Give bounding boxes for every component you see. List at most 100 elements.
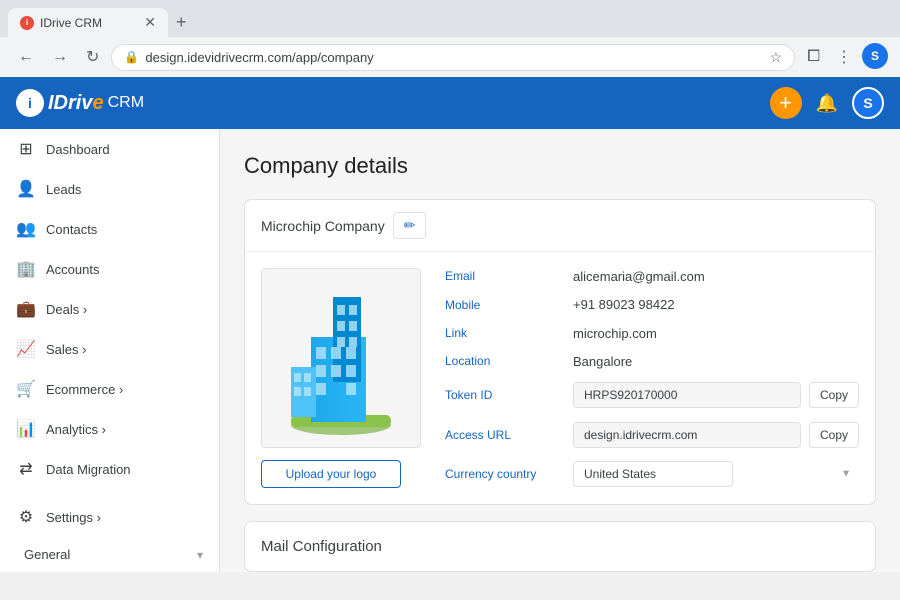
- logo-text: IDrive: [48, 92, 104, 115]
- sidebar-item-analytics[interactable]: 📊 Analytics ›: [0, 409, 219, 449]
- back-button[interactable]: ←: [12, 44, 40, 70]
- tab-close-icon[interactable]: ✕: [144, 14, 156, 31]
- address-bar[interactable]: 🔒 design.idevidrivecrm.com/app/company ☆: [111, 44, 795, 71]
- address-text: design.idevidrivecrm.com/app/company: [145, 50, 763, 65]
- browser-profile[interactable]: S: [862, 43, 888, 69]
- add-button[interactable]: +: [770, 87, 802, 119]
- company-card-header: Microchip Company ✏: [245, 200, 875, 252]
- email-row: Email alicemaria@gmail.com: [445, 268, 859, 284]
- sidebar-sales-label: Sales ›: [46, 342, 203, 357]
- nav-bar: ← → ↻ 🔒 design.idevidrivecrm.com/app/com…: [0, 37, 900, 77]
- mail-config-header: Mail Configuration: [245, 522, 875, 571]
- link-label: Link: [445, 326, 565, 340]
- details-section: Email alicemaria@gmail.com Mobile +91 89…: [445, 268, 859, 488]
- logo-area: i IDrive CRM: [16, 89, 144, 117]
- page-title: Company details: [244, 153, 876, 179]
- active-tab[interactable]: i IDrive CRM ✕: [8, 8, 168, 37]
- edit-button[interactable]: ✏: [393, 212, 427, 239]
- settings-icon: ⚙: [16, 507, 36, 527]
- access-url-row: Access URL design.idrivecrm.com Copy: [445, 421, 859, 448]
- token-id-field: HRPS920170000: [573, 382, 801, 408]
- sidebar-item-leads[interactable]: 👤 Leads: [0, 169, 219, 209]
- bookmark-icon[interactable]: ☆: [770, 49, 783, 66]
- sidebar-item-data-migration[interactable]: ⇄ Data Migration: [0, 449, 219, 489]
- email-label: Email: [445, 269, 565, 283]
- currency-country-row: Currency country United States United Ki…: [445, 461, 859, 488]
- sidebar-general-label: General: [16, 547, 187, 562]
- data-migration-icon: ⇄: [16, 459, 36, 479]
- header-actions: + 🔔 S: [770, 87, 884, 119]
- mobile-row: Mobile +91 89023 98422: [445, 296, 859, 312]
- mail-config-title: Mail Configuration: [261, 538, 382, 555]
- sidebar-settings-label: Settings ›: [46, 510, 203, 525]
- token-id-label: Token ID: [445, 388, 565, 402]
- access-url-copy-group: design.idrivecrm.com Copy: [573, 422, 859, 448]
- link-row: Link microchip.com: [445, 325, 859, 341]
- nav-icons: ⧠ ⋮ S: [801, 43, 888, 71]
- sales-icon: 📈: [16, 339, 36, 359]
- sidebar-leads-label: Leads: [46, 182, 203, 197]
- logo-icon: i: [16, 89, 44, 117]
- forward-button[interactable]: →: [46, 44, 74, 70]
- link-value: microchip.com: [573, 326, 859, 341]
- new-tab-button[interactable]: +: [168, 10, 195, 35]
- leads-icon: 👤: [16, 179, 36, 199]
- location-row: Location Bangalore: [445, 353, 859, 369]
- dashboard-icon: ⊞: [16, 139, 36, 159]
- company-name-tab: Microchip Company: [261, 218, 385, 234]
- sidebar: ⊞ Dashboard 👤 Leads 👥 Contacts 🏢 Account…: [0, 129, 220, 572]
- notifications-button[interactable]: 🔔: [812, 89, 842, 118]
- sidebar-item-ecommerce[interactable]: 🛒 Ecommerce ›: [0, 369, 219, 409]
- company-card: Microchip Company ✏: [244, 199, 876, 505]
- ecommerce-icon: 🛒: [16, 379, 36, 399]
- currency-country-label: Currency country: [445, 467, 565, 481]
- content-area: Company details Microchip Company ✏: [220, 129, 900, 572]
- sidebar-analytics-label: Analytics ›: [46, 422, 203, 437]
- token-id-copy-group: HRPS920170000 Copy: [573, 382, 859, 408]
- building-illustration: [262, 269, 420, 447]
- sidebar-data-migration-label: Data Migration: [46, 462, 203, 477]
- mobile-label: Mobile: [445, 298, 565, 312]
- sidebar-item-sales[interactable]: 📈 Sales ›: [0, 329, 219, 369]
- header-profile[interactable]: S: [852, 87, 884, 119]
- currency-country-select-wrapper: United States United Kingdom India Canad…: [573, 461, 859, 487]
- copy-token-button[interactable]: Copy: [809, 382, 859, 408]
- upload-logo-button[interactable]: Upload your logo: [261, 460, 401, 488]
- email-value: alicemaria@gmail.com: [573, 269, 859, 284]
- company-card-body: Upload your logo Email alicemaria@gmail.…: [245, 252, 875, 504]
- sidebar-item-dashboard[interactable]: ⊞ Dashboard: [0, 129, 219, 169]
- mail-config-card: Mail Configuration: [244, 521, 876, 572]
- accounts-icon: 🏢: [16, 259, 36, 279]
- menu-button[interactable]: ⋮: [830, 43, 858, 71]
- location-label: Location: [445, 354, 565, 368]
- contacts-icon: 👥: [16, 219, 36, 239]
- copy-url-button[interactable]: Copy: [809, 422, 859, 448]
- currency-country-select[interactable]: United States United Kingdom India Canad…: [573, 461, 733, 487]
- general-chevron-icon: ▾: [197, 548, 203, 562]
- extensions-button[interactable]: ⧠: [801, 43, 826, 71]
- logo-crm: CRM: [108, 94, 144, 112]
- sidebar-dashboard-label: Dashboard: [46, 142, 203, 157]
- sidebar-accounts-label: Accounts: [46, 262, 203, 277]
- access-url-label: Access URL: [445, 428, 565, 442]
- app: i IDrive CRM + 🔔 S ⊞ Dashboard 👤 Leads 👥…: [0, 77, 900, 572]
- location-value: Bangalore: [573, 354, 859, 369]
- deals-icon: 💼: [16, 299, 36, 319]
- tab-bar: i IDrive CRM ✕ +: [0, 0, 900, 37]
- sidebar-ecommerce-label: Ecommerce ›: [46, 382, 203, 397]
- token-id-row: Token ID HRPS920170000 Copy: [445, 382, 859, 409]
- edit-icon: ✏: [404, 217, 416, 234]
- tab-title: IDrive CRM: [40, 16, 102, 30]
- sidebar-item-accounts[interactable]: 🏢 Accounts: [0, 249, 219, 289]
- analytics-icon: 📊: [16, 419, 36, 439]
- logo-box: [261, 268, 421, 448]
- refresh-button[interactable]: ↻: [80, 43, 105, 71]
- sidebar-contacts-label: Contacts: [46, 222, 203, 237]
- sidebar-item-contacts[interactable]: 👥 Contacts: [0, 209, 219, 249]
- sidebar-settings-section[interactable]: ⚙ Settings ›: [0, 497, 219, 537]
- mobile-value: +91 89023 98422: [573, 297, 859, 312]
- main-area: ⊞ Dashboard 👤 Leads 👥 Contacts 🏢 Account…: [0, 129, 900, 572]
- access-url-field: design.idrivecrm.com: [573, 422, 801, 448]
- sidebar-general-section[interactable]: General ▾: [0, 537, 219, 572]
- sidebar-item-deals[interactable]: 💼 Deals ›: [0, 289, 219, 329]
